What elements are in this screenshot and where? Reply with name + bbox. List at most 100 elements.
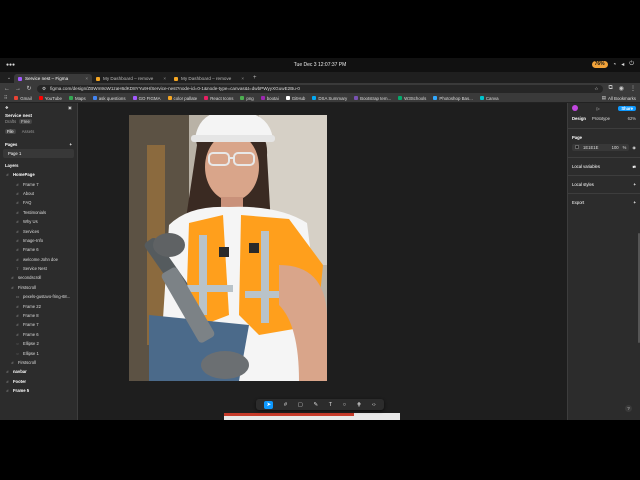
bookmark-star-icon[interactable]: ☆ <box>594 86 598 92</box>
tab-title: My Dashboard – remove <box>181 76 232 81</box>
browser-tab-dashboard-2[interactable]: My Dashboard – remove × <box>170 74 248 83</box>
forward-arrow-icon[interactable]: → <box>15 86 21 92</box>
bookmark-item[interactable]: React Icons <box>204 96 233 101</box>
browser-menu-icon[interactable]: ⋮ <box>630 85 636 92</box>
back-arrow-icon[interactable]: ← <box>4 86 10 92</box>
pen-tool-icon[interactable]: ✎ <box>314 402 319 408</box>
layer-item[interactable]: # Why Us <box>0 217 77 226</box>
tab-file[interactable]: File <box>5 129 16 134</box>
comment-tool-icon[interactable]: ○ <box>343 402 346 408</box>
reload-icon[interactable]: ↻ <box>26 85 32 92</box>
page-color-field[interactable]: 1E1E1E 100 % <box>572 144 630 151</box>
ellipse-layer-icon: ○ <box>16 350 19 356</box>
bookmark-item[interactable]: Photoshop Bas... <box>433 96 473 101</box>
frame-tool-icon[interactable]: # <box>284 402 287 408</box>
shape-tool-icon[interactable]: ▢ <box>298 402 303 408</box>
visibility-eye-icon[interactable]: ◉ <box>632 145 636 150</box>
bookmark-item[interactable]: DSA Summary <box>312 96 347 101</box>
bookmark-item[interactable]: W3Schools <box>398 96 426 101</box>
bookmark-item[interactable]: ask questions <box>92 96 126 101</box>
local-styles-row[interactable]: Local styles + <box>568 176 640 189</box>
page-item[interactable]: Page 1 <box>3 149 74 158</box>
text-tool-icon[interactable]: T <box>329 402 332 408</box>
volume-icon[interactable]: ◂ <box>621 61 624 68</box>
bookmark-item[interactable]: GitHub <box>285 96 305 101</box>
layer-item[interactable]: # Frame 8 <box>0 311 77 320</box>
layer-item[interactable]: # Services <box>0 226 77 235</box>
tab-search-icon[interactable]: ⌄ <box>4 74 14 83</box>
file-name[interactable]: Service nest <box>0 112 77 119</box>
bookmark-item[interactable]: GO FIGMA <box>132 96 161 101</box>
layer-item[interactable]: # Firstscroll <box>0 283 77 292</box>
zoom-level[interactable]: 62% <box>628 116 636 121</box>
layer-item[interactable]: # Frame 5 <box>0 386 77 395</box>
wifi-icon[interactable]: ◔ <box>613 62 617 68</box>
browser-tab-figma[interactable]: Service nest – Figma × <box>14 74 92 83</box>
frame-preview-strip[interactable] <box>224 413 400 420</box>
layer-item[interactable]: # Frame 7 <box>0 320 77 329</box>
layer-item[interactable]: # FAQ <box>0 198 77 207</box>
bookmark-item[interactable]: png <box>240 96 254 101</box>
address-bar[interactable]: ⚙ figma.com/design/ZBWm9oW1zaH6dKD8YYu9H… <box>37 84 604 93</box>
move-tool-icon[interactable]: ➤ <box>264 400 274 409</box>
layer-item[interactable]: T Service Nest <box>0 264 77 273</box>
close-tab-icon[interactable]: × <box>241 76 244 81</box>
bookmark-item[interactable]: Canva <box>479 96 499 101</box>
power-icon[interactable]: ⏻ <box>629 61 634 68</box>
browser-tab-dashboard-1[interactable]: My Dashboard – remove × <box>92 74 170 83</box>
battery-indicator[interactable]: 76% <box>591 61 608 68</box>
bookmark-item[interactable]: Maps <box>68 96 86 101</box>
layer-item[interactable]: ▭ pexels-gustavo-fring-68... <box>0 292 77 301</box>
layer-item[interactable]: # Frame 6 <box>0 245 77 254</box>
variables-icon[interactable]: ⇄ <box>632 164 636 169</box>
layer-item[interactable]: # Frame 7 <box>0 179 77 188</box>
all-bookmarks-button[interactable]: ▤ All Bookmarks <box>602 95 636 101</box>
layer-item[interactable]: # Firstscroll <box>0 358 77 367</box>
local-variables-row[interactable]: Local variables ⇄ <box>568 158 640 171</box>
tab-prototype[interactable]: Prototype <box>592 116 610 121</box>
actions-tool-icon[interactable]: ⋕ <box>357 402 362 408</box>
bookmark-item[interactable]: bootai <box>260 96 279 101</box>
figma-menu-icon[interactable]: ❖ <box>5 105 9 110</box>
close-tab-icon[interactable]: × <box>85 76 88 81</box>
layer-item[interactable]: # Frame 6 <box>0 330 77 339</box>
bookmark-item[interactable]: color pallate <box>167 96 197 101</box>
share-button[interactable]: Share <box>618 105 636 111</box>
layer-item[interactable]: # Testimonials <box>0 208 77 217</box>
layer-item[interactable]: # welcome John doe <box>0 255 77 264</box>
properties-header: ▷ Share <box>568 103 640 113</box>
bookmark-item[interactable]: Gmail <box>14 96 32 101</box>
add-style-icon[interactable]: + <box>634 182 636 187</box>
layer-item[interactable]: # Footer <box>0 377 77 386</box>
layer-item[interactable]: # Image-Info <box>0 236 77 245</box>
layer-item[interactable]: # secondscroll <box>0 273 77 282</box>
layer-item[interactable]: # Frame 22 <box>0 301 77 310</box>
bookmark-item[interactable]: YouTube <box>38 96 62 101</box>
dev-mode-icon[interactable]: ‹› <box>372 402 376 408</box>
site-info-icon[interactable]: ⚙ <box>42 86 46 92</box>
layer-item[interactable]: ○ Ellipse 2 <box>0 339 77 348</box>
new-tab-button[interactable]: + <box>248 74 262 83</box>
tab-assets[interactable]: Assets <box>22 129 35 134</box>
layer-item[interactable]: # navbar <box>0 367 77 376</box>
system-clock[interactable]: Tue Dec 3 12:07:37 PM <box>0 62 640 68</box>
design-canvas[interactable]: ➤ # ▢ ✎ T ○ ⋕ ‹› <box>78 103 567 420</box>
help-button[interactable]: ? <box>625 405 632 412</box>
collapse-panel-icon[interactable]: ▣ <box>68 105 72 110</box>
layer-item[interactable]: ○ Ellipse 1 <box>0 348 77 357</box>
tab-design[interactable]: Design <box>572 116 586 121</box>
user-avatar[interactable] <box>572 105 578 111</box>
close-tab-icon[interactable]: × <box>163 76 166 81</box>
profile-icon[interactable]: ◉ <box>619 85 624 92</box>
add-export-icon[interactable]: + <box>634 200 636 205</box>
layer-item[interactable]: # HomePage <box>0 170 77 179</box>
add-page-button[interactable]: + <box>70 142 72 147</box>
file-drafts-label[interactable]: Drafts <box>5 119 16 124</box>
worker-photo-image[interactable] <box>129 115 327 381</box>
bookmark-item[interactable]: Bootstrap tem... <box>354 96 391 101</box>
extensions-icon[interactable]: ⧉ <box>608 85 612 92</box>
present-icon[interactable]: ▷ <box>597 106 600 111</box>
apps-grid-icon[interactable]: ⠿ <box>4 95 7 101</box>
layer-item[interactable]: # About <box>0 189 77 198</box>
export-row[interactable]: Export + <box>568 194 640 207</box>
